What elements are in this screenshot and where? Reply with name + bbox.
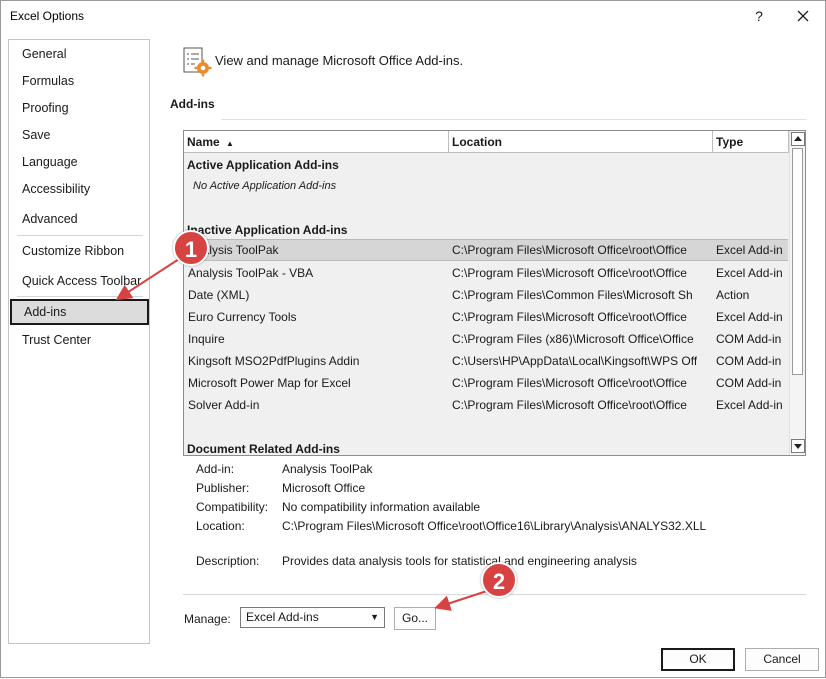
- row-location: C:\Program Files\Common Files\Microsoft …: [452, 288, 693, 302]
- row-location: C:\Users\HP\AppData\Local\Kingsoft\WPS O…: [452, 354, 697, 368]
- scroll-up-button[interactable]: [791, 132, 805, 146]
- sidebar-item-save[interactable]: Save: [9, 122, 149, 148]
- no-active-addins-note: No Active Application Add-ins: [193, 180, 337, 192]
- scrollbar-thumb[interactable]: [792, 148, 803, 375]
- detail-location-value: C:\Program Files\Microsoft Office\root\O…: [282, 519, 707, 533]
- addins-list[interactable]: Name ▲ Location Type Active Application …: [183, 130, 806, 456]
- page-header: View and manage Microsoft Office Add-ins…: [215, 53, 464, 68]
- section-title: Add-ins: [170, 97, 215, 111]
- sidebar-item-general[interactable]: General: [9, 41, 149, 67]
- detail-compat-label: Compatibility:: [196, 500, 269, 514]
- row-location: C:\Program Files\Microsoft Office\root\O…: [452, 376, 687, 390]
- row-type: COM Add-in: [716, 376, 782, 390]
- sidebar-item-add-ins[interactable]: Add-ins: [10, 299, 149, 325]
- scroll-down-button[interactable]: [791, 439, 805, 453]
- sidebar-item-accessibility[interactable]: Accessibility: [9, 176, 149, 202]
- row-location: C:\Program Files\Microsoft Office\root\O…: [452, 266, 687, 280]
- row-type: COM Add-in: [716, 332, 782, 346]
- go-button-label: Go...: [401, 611, 428, 625]
- sidebar-divider: [17, 296, 143, 297]
- detail-addin-label: Add-in:: [196, 462, 235, 476]
- manage-dropdown[interactable]: Excel Add-ins ▼: [240, 607, 385, 628]
- row-location: C:\Program Files\Microsoft Office\root\O…: [452, 310, 687, 324]
- row-name: Date (XML): [188, 288, 250, 302]
- detail-description-label: Description:: [196, 554, 260, 568]
- row-type: Excel Add-in: [716, 310, 783, 324]
- scroll-down-icon: [794, 444, 802, 449]
- annotation-badge-2: 2: [481, 562, 517, 598]
- annotation-badge-1: 1: [173, 230, 209, 266]
- detail-publisher-value: Microsoft Office: [282, 481, 366, 495]
- window-title: Excel Options: [10, 9, 85, 23]
- table-row[interactable]: Kingsoft MSO2PdfPlugins Addin C:\Users\H…: [185, 350, 788, 372]
- ok-button[interactable]: OK: [661, 648, 735, 671]
- manage-dropdown-value: Excel Add-ins: [246, 610, 319, 624]
- close-button[interactable]: [791, 4, 815, 28]
- sidebar-item-trust-center[interactable]: Trust Center: [9, 327, 149, 353]
- group-document-addins: Document Related Add-ins: [187, 442, 340, 456]
- row-type: Excel Add-in: [716, 398, 783, 412]
- sidebar-item-proofing[interactable]: Proofing: [9, 95, 149, 121]
- excel-options-dialog: Excel Options ? General Formulas Proofin…: [0, 0, 826, 678]
- sidebar-item-customize-ribbon[interactable]: Customize Ribbon: [9, 238, 149, 264]
- row-location: C:\Program Files\Microsoft Office\root\O…: [452, 398, 687, 412]
- column-header-name-label: Name: [187, 135, 220, 149]
- sidebar-item-advanced[interactable]: Advanced: [9, 206, 149, 232]
- sidebar-item-language[interactable]: Language: [9, 149, 149, 175]
- addin-gear-icon: [183, 47, 212, 77]
- column-header-type[interactable]: Type: [713, 131, 789, 153]
- row-type: Action: [716, 288, 750, 302]
- close-icon: [797, 10, 809, 22]
- sidebar-item-quick-access-toolbar[interactable]: Quick Access Toolbar: [9, 268, 149, 294]
- sidebar-divider: [17, 235, 143, 236]
- go-button[interactable]: Go...: [394, 607, 436, 630]
- cancel-button[interactable]: Cancel: [745, 648, 819, 671]
- column-header-location[interactable]: Location: [449, 131, 713, 153]
- row-name: Solver Add-in: [188, 398, 260, 412]
- vertical-scrollbar[interactable]: [789, 131, 805, 455]
- detail-compat-value: No compatibility information available: [282, 500, 481, 514]
- sidebar-item-formulas[interactable]: Formulas: [9, 68, 149, 94]
- row-location: C:\Program Files (x86)\Microsoft Office\…: [452, 332, 694, 346]
- help-button[interactable]: ?: [749, 5, 769, 27]
- row-name: Euro Currency Tools: [188, 310, 297, 324]
- sort-ascending-icon: ▲: [226, 139, 234, 148]
- sidebar: General Formulas Proofing Save Language …: [8, 39, 150, 644]
- table-row[interactable]: Analysis ToolPak C:\Program Files\Micros…: [185, 239, 788, 261]
- row-type: Excel Add-in: [716, 243, 783, 257]
- row-location: C:\Program Files\Microsoft Office\root\O…: [452, 243, 687, 257]
- scroll-up-icon: [794, 136, 802, 141]
- table-row[interactable]: Analysis ToolPak - VBA C:\Program Files\…: [185, 262, 788, 284]
- detail-publisher-label: Publisher:: [196, 481, 250, 495]
- table-row[interactable]: Date (XML) C:\Program Files\Common Files…: [185, 284, 788, 306]
- row-name: Analysis ToolPak: [188, 243, 279, 257]
- row-name: Kingsoft MSO2PdfPlugins Addin: [188, 354, 360, 368]
- title-bar: Excel Options ?: [1, 1, 825, 33]
- table-row[interactable]: Euro Currency Tools C:\Program Files\Mic…: [185, 306, 788, 328]
- detail-location-label: Location:: [196, 519, 245, 533]
- row-type: COM Add-in: [716, 354, 782, 368]
- table-row[interactable]: Microsoft Power Map for Excel C:\Program…: [185, 372, 788, 394]
- row-type: Excel Add-in: [716, 266, 783, 280]
- chevron-down-icon: ▼: [370, 612, 379, 622]
- detail-description-value: Provides data analysis tools for statist…: [282, 554, 637, 568]
- manage-label: Manage:: [184, 612, 231, 626]
- table-row[interactable]: Solver Add-in C:\Program Files\Microsoft…: [185, 394, 788, 416]
- row-name: Microsoft Power Map for Excel: [188, 376, 351, 390]
- row-name: Analysis ToolPak - VBA: [188, 266, 314, 280]
- group-active-addins: Active Application Add-ins: [187, 158, 339, 172]
- column-header-name[interactable]: Name ▲: [184, 131, 449, 153]
- section-divider: [221, 119, 806, 120]
- row-name: Inquire: [188, 332, 225, 346]
- group-inactive-addins: Inactive Application Add-ins: [187, 223, 348, 237]
- table-row[interactable]: Inquire C:\Program Files (x86)\Microsoft…: [185, 328, 788, 350]
- detail-addin-value: Analysis ToolPak: [282, 462, 373, 476]
